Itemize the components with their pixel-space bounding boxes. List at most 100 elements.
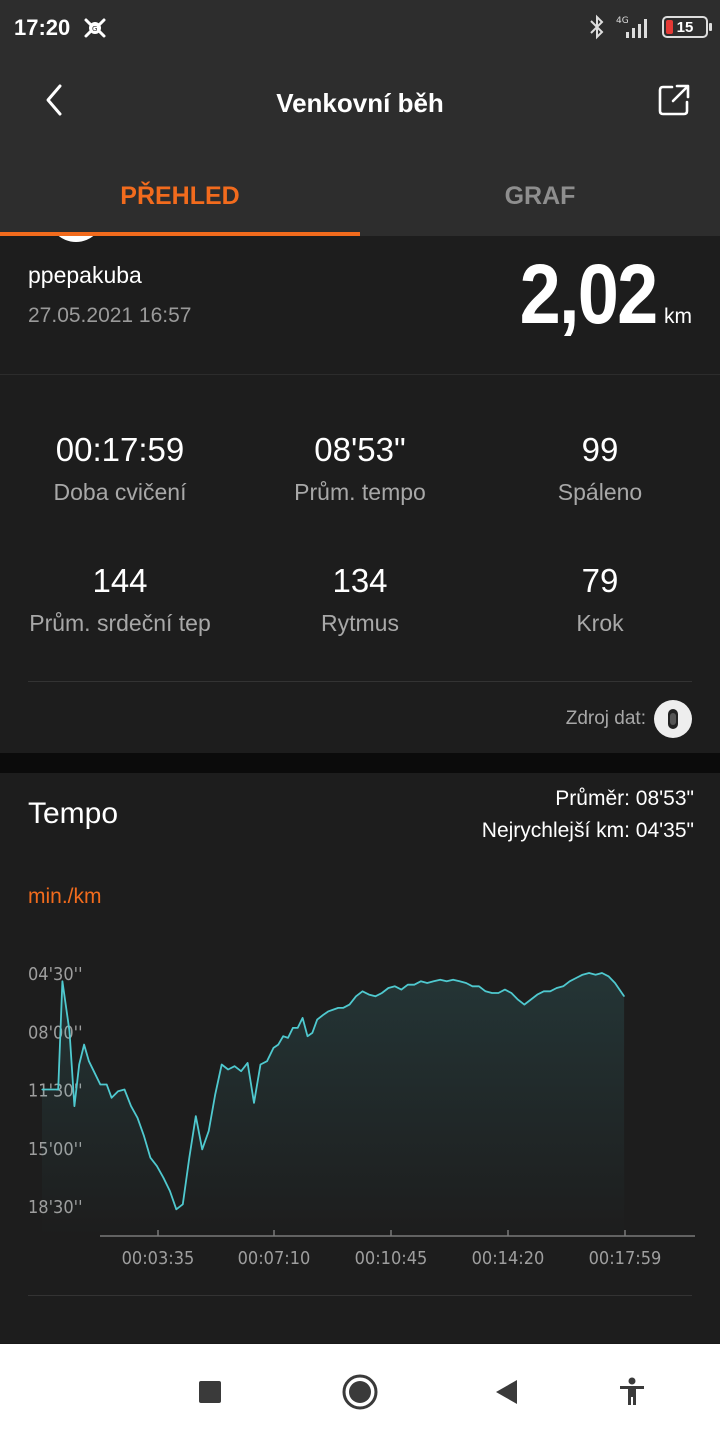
tempo-data-point: [169, 1190, 171, 1192]
tempo-data-point: [569, 980, 571, 982]
tempo-data-point: [361, 990, 364, 992]
tempo-data-point: [407, 984, 409, 986]
data-source-label: Zdroj dat:: [565, 708, 646, 729]
tempo-data-point: [523, 1004, 525, 1006]
tempo-title: Tempo: [28, 797, 119, 830]
svg-text:G: G: [92, 25, 97, 33]
back-nav-button[interactable]: [488, 1374, 524, 1410]
stat-label: Spáleno: [557, 479, 643, 505]
status-time: 17:20: [14, 15, 71, 40]
app-header: Venkovní běh PŘEHLED GRAF: [0, 56, 720, 236]
tab-graf[interactable]: GRAF: [360, 156, 720, 236]
tempo-data-point: [162, 1177, 164, 1179]
tempo-data-point: [221, 1063, 223, 1066]
stat-stride: 79 Krok: [480, 562, 720, 637]
share-icon[interactable]: [656, 82, 692, 118]
avatar[interactable]: [48, 236, 104, 242]
status-indicators: 4G 15: [588, 14, 712, 40]
stat-calories: 99 Spáleno: [480, 431, 720, 506]
tempo-data-point: [497, 992, 499, 994]
stat-label: Prům. tempo: [294, 479, 426, 505]
tempo-data-point: [149, 1157, 151, 1159]
app-notification-icon: G: [84, 18, 106, 38]
tab-bar: PŘEHLED GRAF: [0, 156, 720, 236]
tempo-data-point: [575, 977, 577, 979]
y-tick-label: 08'00'': [28, 1022, 83, 1043]
x-tick-label: 00:17:59: [589, 1248, 662, 1269]
tempo-data-point: [287, 1037, 289, 1039]
tempo-data-point: [504, 989, 506, 991]
tempo-data-point: [337, 1007, 339, 1009]
stat-label: Rytmus: [321, 610, 399, 636]
tempo-data-point: [117, 1090, 119, 1092]
tempo-data-point: [182, 1203, 184, 1205]
tempo-data-point: [311, 1032, 313, 1034]
tempo-data-point: [73, 1105, 75, 1107]
stat-value: 00:17:59: [55, 431, 185, 468]
x-tick-label: 00:10:45: [355, 1248, 428, 1269]
tempo-unit: min./km: [28, 885, 102, 908]
stat-cadence: 134 Rytmus: [240, 562, 480, 637]
tempo-data-point: [136, 1117, 139, 1119]
section-gap: [0, 753, 720, 773]
tempo-data-point: [332, 1009, 334, 1011]
system-nav-bar: [0, 1344, 720, 1440]
tempo-data-point: [227, 1068, 229, 1071]
watch-device-icon: [654, 700, 692, 738]
tempo-data-point: [266, 1060, 268, 1062]
tempo-data-point: [61, 980, 64, 982]
tempo-chart[interactable]: 04'30''08'00''11'30''15'00''18'30''00:03…: [0, 933, 720, 1293]
tempo-data-point: [93, 1070, 95, 1072]
tempo-data-point: [459, 980, 461, 982]
tempo-data-point: [342, 1007, 344, 1009]
tempo-data-point: [247, 1062, 249, 1064]
tempo-data-point: [478, 985, 480, 987]
tempo-data-point: [549, 990, 551, 992]
stat-label: Prům. srdeční tep: [29, 610, 211, 636]
tempo-data-point: [111, 1097, 113, 1099]
tempo-data-point: [517, 999, 519, 1001]
x-tick-label: 00:07:10: [238, 1248, 311, 1269]
tempo-data-point: [195, 1115, 197, 1117]
tempo-data-point: [292, 1027, 294, 1029]
tempo-data-point: [277, 1044, 279, 1046]
tempo-data-point: [83, 1044, 85, 1046]
stats-card: 00:17:59 Doba cvičení 08'53" Prům. tempo…: [0, 375, 720, 753]
tempo-data-point: [57, 1088, 59, 1091]
tempo-data-point: [78, 1063, 80, 1066]
x-tick-label: 00:03:35: [122, 1248, 195, 1269]
tempo-data-point: [510, 992, 512, 994]
tempo-data-point: [123, 1088, 126, 1091]
tempo-data-point: [214, 1093, 216, 1096]
tempo-data-point: [491, 992, 493, 994]
tempo-data-point: [536, 994, 538, 996]
tab-prehled[interactable]: PŘEHLED: [0, 156, 360, 236]
tempo-data-point: [240, 1070, 242, 1072]
page-title: Venkovní běh: [276, 88, 444, 118]
stat-value: 144: [92, 562, 148, 599]
recent-apps-button[interactable]: [192, 1374, 228, 1410]
tempo-data-point: [623, 995, 625, 997]
tempo-fastest-km: Nejrychlejší km: 04'35": [481, 819, 694, 842]
stat-value: 99: [581, 431, 619, 468]
tempo-data-point: [446, 980, 448, 982]
tempo-data-point: [323, 1014, 325, 1016]
bluetooth-icon: [590, 14, 604, 40]
tempo-average: Průměr: 08'53": [555, 787, 694, 810]
tempo-data-point: [420, 980, 422, 982]
data-source[interactable]: Zdroj dat:: [566, 700, 692, 738]
tempo-data-point: [387, 987, 389, 989]
home-button[interactable]: [342, 1374, 378, 1410]
tempo-data-point: [426, 982, 428, 984]
profile-card: ppepakuba 27.05.2021 16:57 2,02 km: [0, 236, 720, 374]
stat-value: 79: [581, 562, 619, 599]
tempo-data-point: [374, 995, 376, 997]
y-tick-label: 04'30'': [28, 964, 83, 985]
stat-avg-pace: 08'53" Prům. tempo: [240, 431, 480, 506]
stat-value: 134: [332, 562, 388, 599]
accessibility-button[interactable]: [614, 1374, 650, 1410]
stat-label: Doba cvičení: [53, 479, 187, 505]
tempo-data-point: [259, 1063, 262, 1066]
tempo-data-point: [465, 982, 467, 984]
tempo-data-point: [282, 1035, 284, 1037]
